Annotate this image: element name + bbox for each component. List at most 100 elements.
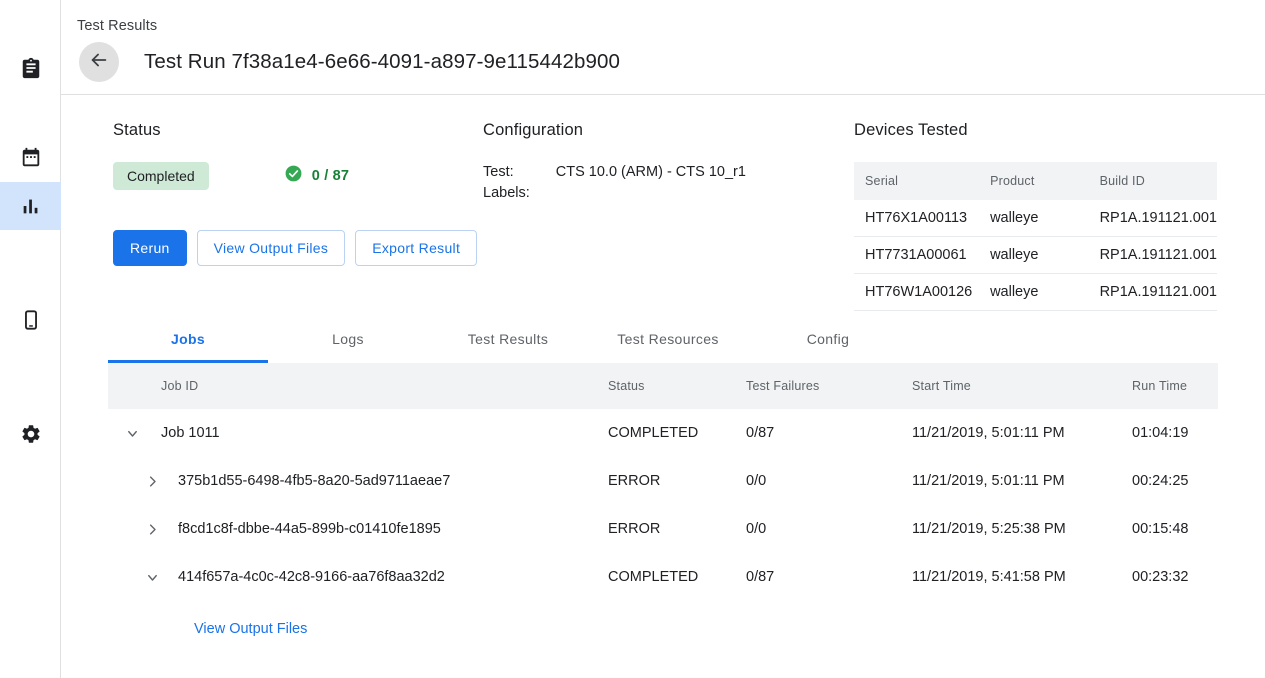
tab-jobs[interactable]: Jobs xyxy=(108,315,268,363)
summary-section: Status Completed 0 / 87 xyxy=(61,95,1265,315)
jobs-table: Job ID Status Test Failures Start Time R… xyxy=(108,363,1218,657)
job-status: COMPLETED xyxy=(608,409,746,457)
sidebar xyxy=(0,0,61,678)
table-row[interactable]: 414f657a-4c0c-42c8-9166-aa76f8aa32d2 COM… xyxy=(108,553,1218,601)
job-status: ERROR xyxy=(608,457,746,505)
devices-header-row: Serial Product Build ID xyxy=(854,162,1217,200)
job-run-time: 00:23:32 xyxy=(1132,553,1218,601)
status-column: Status Completed 0 / 87 xyxy=(113,121,349,190)
device-serial: HT7731A00061 xyxy=(854,237,990,274)
chevron-down-icon[interactable] xyxy=(140,565,164,589)
table-row: HT76X1A00113 walleye RP1A.191121.001 xyxy=(854,200,1217,237)
status-line: Completed 0 / 87 xyxy=(113,162,349,190)
job-id-cell: Job 1011 xyxy=(108,421,608,445)
gear-icon xyxy=(20,423,42,445)
devices-col-serial: Serial xyxy=(854,162,990,200)
pass-count-text: 0 / 87 xyxy=(312,168,349,184)
config-key: Test: xyxy=(483,162,556,183)
configuration-column: Configuration Test: CTS 10.0 (ARM) - CTS… xyxy=(483,121,746,203)
jobs-col-job-id: Job ID xyxy=(108,363,608,409)
job-id-cell: 375b1d55-6498-4fb5-8a20-5ad9711aeae7 xyxy=(108,469,608,493)
devices-heading: Devices Tested xyxy=(854,121,1219,140)
arrow-left-icon xyxy=(88,49,110,74)
action-buttons: Rerun View Output Files Export Result xyxy=(113,230,477,266)
job-status: ERROR xyxy=(608,505,746,553)
page-title: Test Run 7f38a1e4-6e66-4091-a897-9e11544… xyxy=(144,50,620,74)
device-product: walleye xyxy=(990,237,1099,274)
rerun-button[interactable]: Rerun xyxy=(113,230,187,266)
table-row[interactable]: f8cd1c8f-dbbe-44a5-899b-c01410fe1895 ERR… xyxy=(108,505,1218,553)
page-header: Test Results Test Run 7f38a1e4-6e66-4091… xyxy=(61,0,1265,95)
sidebar-item-settings[interactable] xyxy=(0,410,61,458)
status-heading: Status xyxy=(113,121,349,140)
table-row: HT7731A00061 walleye RP1A.191121.001 xyxy=(854,237,1217,274)
sidebar-item-test-plans[interactable] xyxy=(0,44,61,92)
jobs-col-start-time: Start Time xyxy=(912,363,1132,409)
job-start-time: 11/21/2019, 5:01:11 PM xyxy=(912,457,1132,505)
device-product: walleye xyxy=(990,200,1099,237)
job-id-text: 375b1d55-6498-4fb5-8a20-5ad9711aeae7 xyxy=(178,473,450,489)
sidebar-item-test-results[interactable] xyxy=(0,182,61,230)
app-root: Test Results Test Run 7f38a1e4-6e66-4091… xyxy=(0,0,1265,678)
job-run-time: 00:24:25 xyxy=(1132,457,1218,505)
job-id-text: f8cd1c8f-dbbe-44a5-899b-c01410fe1895 xyxy=(178,521,441,537)
job-run-time: 01:04:19 xyxy=(1132,409,1218,457)
bar-chart-icon xyxy=(20,195,42,217)
tab-config[interactable]: Config xyxy=(748,315,908,363)
config-row: Labels: xyxy=(483,183,746,204)
view-output-files-button[interactable]: View Output Files xyxy=(197,230,346,266)
table-row[interactable]: Job 1011 COMPLETED 0/87 11/21/2019, 5:01… xyxy=(108,409,1218,457)
configuration-heading: Configuration xyxy=(483,121,746,140)
table-row: HT76W1A00126 walleye RP1A.191121.001 xyxy=(854,274,1217,311)
breadcrumb: Test Results xyxy=(77,18,157,34)
back-button[interactable] xyxy=(79,42,119,82)
device-build-id: RP1A.191121.001 xyxy=(1100,200,1217,237)
main-content: Test Results Test Run 7f38a1e4-6e66-4091… xyxy=(61,0,1265,678)
title-row: Test Run 7f38a1e4-6e66-4091-a897-9e11544… xyxy=(79,36,620,87)
calendar-icon xyxy=(20,147,42,169)
table-row[interactable]: 375b1d55-6498-4fb5-8a20-5ad9711aeae7 ERR… xyxy=(108,457,1218,505)
pass-count: 0 / 87 xyxy=(284,164,349,188)
export-result-button[interactable]: Export Result xyxy=(355,230,477,266)
job-id-text: Job 1011 xyxy=(161,425,220,441)
job-status: COMPLETED xyxy=(608,553,746,601)
sidebar-item-devices[interactable] xyxy=(0,296,61,344)
job-failures: 0/0 xyxy=(746,505,912,553)
view-output-files-link[interactable]: View Output Files xyxy=(108,621,307,637)
job-failures: 0/0 xyxy=(746,457,912,505)
sidebar-item-schedules[interactable] xyxy=(0,134,61,182)
job-failures: 0/87 xyxy=(746,409,912,457)
config-key: Labels: xyxy=(483,183,556,204)
job-failures: 0/87 xyxy=(746,553,912,601)
config-value xyxy=(556,183,746,204)
check-circle-icon xyxy=(284,164,303,188)
device-icon xyxy=(20,309,42,331)
tab-test-results[interactable]: Test Results xyxy=(428,315,588,363)
chevron-right-icon[interactable] xyxy=(140,469,164,493)
clipboard-icon xyxy=(20,57,42,79)
chevron-right-icon[interactable] xyxy=(140,517,164,541)
chevron-down-icon[interactable] xyxy=(120,421,144,445)
device-build-id: RP1A.191121.001 xyxy=(1100,274,1217,311)
jobs-table-wrap: Job ID Status Test Failures Start Time R… xyxy=(108,363,1218,657)
config-value: CTS 10.0 (ARM) - CTS 10_r1 xyxy=(556,162,746,183)
devices-column: Devices Tested Serial Product Build ID H… xyxy=(854,121,1219,311)
devices-col-build-id: Build ID xyxy=(1100,162,1217,200)
jobs-col-run-time: Run Time xyxy=(1132,363,1218,409)
configuration-table: Test: CTS 10.0 (ARM) - CTS 10_r1 Labels: xyxy=(483,162,746,203)
jobs-col-status: Status xyxy=(608,363,746,409)
table-row-detail: View Output Files xyxy=(108,601,1218,657)
device-product: walleye xyxy=(990,274,1099,311)
tab-logs[interactable]: Logs xyxy=(268,315,428,363)
tab-test-resources[interactable]: Test Resources xyxy=(588,315,748,363)
devices-table: Serial Product Build ID HT76X1A00113 wal… xyxy=(854,162,1217,311)
jobs-col-test-failures: Test Failures xyxy=(746,363,912,409)
job-start-time: 11/21/2019, 5:41:58 PM xyxy=(912,553,1132,601)
job-run-time: 00:15:48 xyxy=(1132,505,1218,553)
config-row: Test: CTS 10.0 (ARM) - CTS 10_r1 xyxy=(483,162,746,183)
job-start-time: 11/21/2019, 5:25:38 PM xyxy=(912,505,1132,553)
device-build-id: RP1A.191121.001 xyxy=(1100,237,1217,274)
status-badge: Completed xyxy=(113,162,209,190)
devices-col-product: Product xyxy=(990,162,1099,200)
device-serial: HT76W1A00126 xyxy=(854,274,990,311)
